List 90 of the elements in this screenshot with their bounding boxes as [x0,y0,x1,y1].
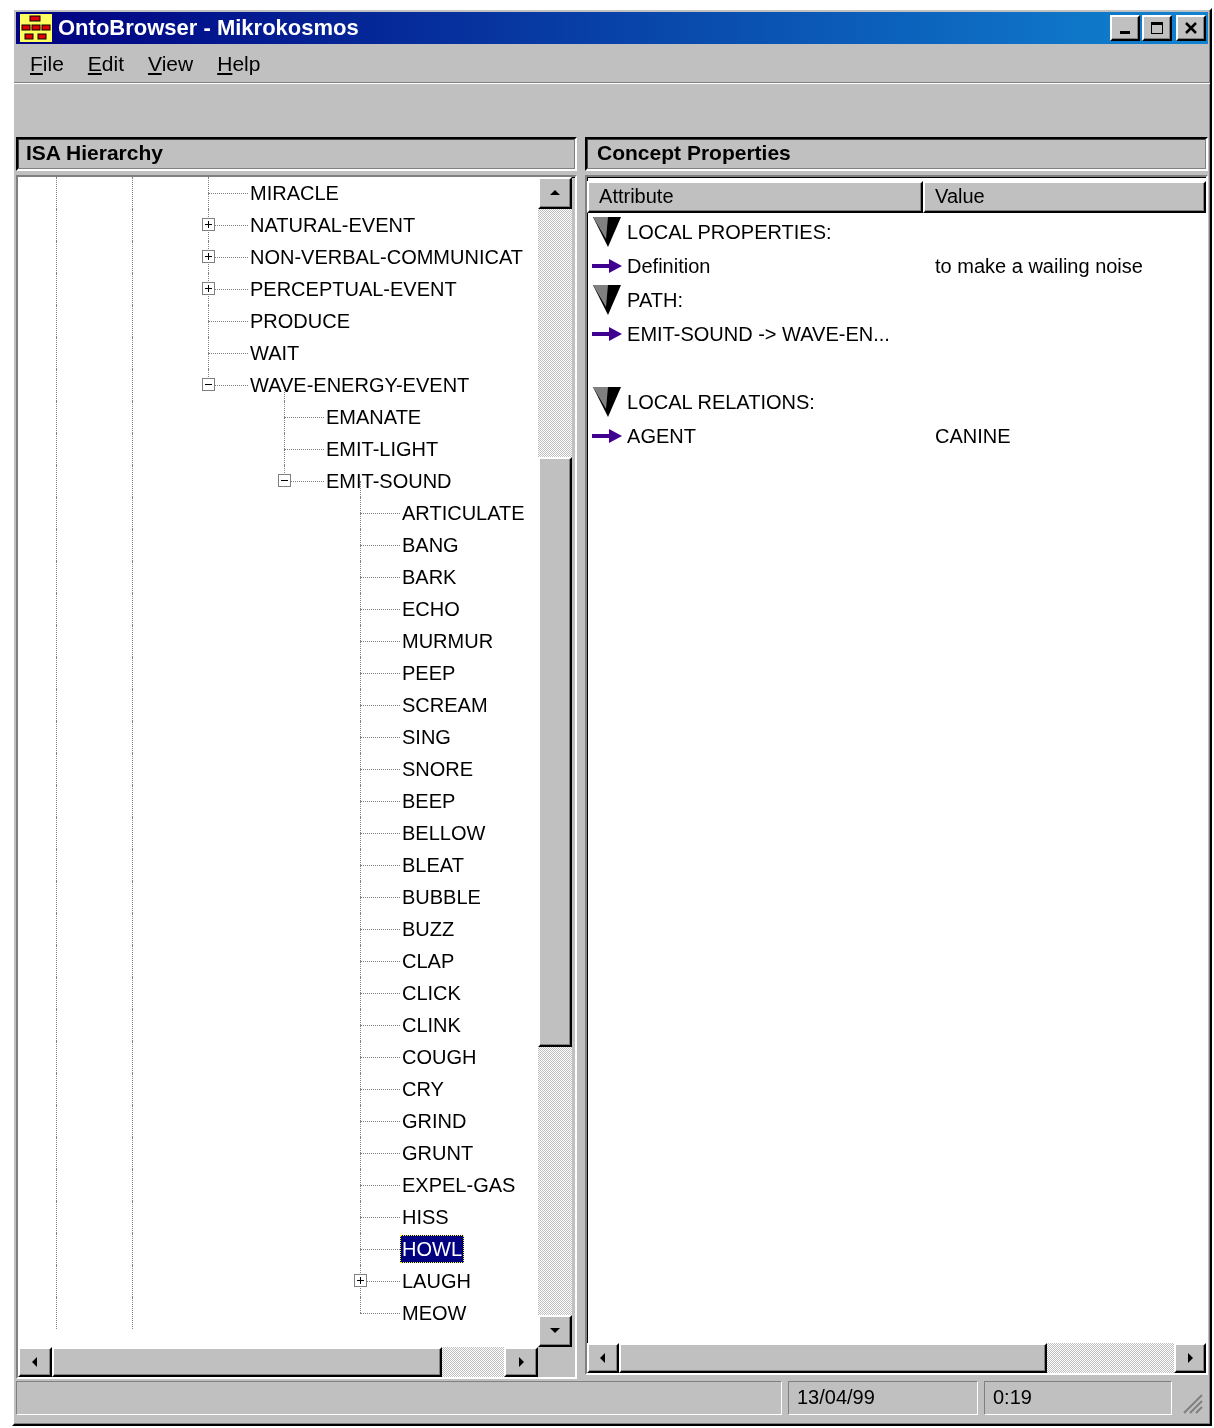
tree-item[interactable]: PERCEPTUAL-EVENT [248,275,459,303]
tree-item[interactable]: NATURAL-EVENT [248,211,418,239]
tree-item[interactable]: MEOW [400,1299,469,1327]
tree-item[interactable]: MURMUR [400,627,496,655]
scroll-right-button[interactable] [1174,1343,1206,1373]
menu-item[interactable]: Help [205,52,273,76]
app-icon [20,14,52,42]
panel-header: ISA Hierarchy [16,137,578,171]
menu-item[interactable]: Edit [75,52,137,76]
tree-item[interactable]: EMIT-SOUND [324,467,454,495]
tree-item[interactable]: NON-VERBAL-COMMUNICAT [248,243,525,271]
close-icon [1184,21,1198,35]
minimize-button[interactable] [1110,15,1140,41]
tree-item[interactable]: BANG [400,531,461,559]
column-header[interactable]: Value [923,181,1206,213]
tree-item[interactable]: GRUNT [400,1139,476,1167]
expand-button[interactable] [202,282,215,295]
tree-item[interactable]: BELLOW [400,819,488,847]
triangle-icon [591,215,624,249]
value-text: to make a wailing noise [935,254,1143,278]
plus-icon [203,283,214,294]
tree-item[interactable]: PRODUCE [248,307,352,335]
scroll-left-button[interactable] [18,1347,52,1377]
tree-item[interactable]: CLAP [400,947,457,975]
status-date: 13/04/99 [788,1381,978,1415]
maximize-icon [1150,21,1164,35]
tree-item[interactable]: EMANATE [324,403,424,431]
tree-item[interactable]: HOWL [400,1235,464,1263]
maximize-button[interactable] [1142,15,1172,41]
scroll-left-button[interactable] [587,1343,620,1373]
collapse-button[interactable] [202,378,215,391]
close-button[interactable] [1176,15,1206,41]
tree-item[interactable]: CLICK [400,979,463,1007]
tree-item[interactable]: BARK [400,563,459,591]
attribute-text: Definition [627,254,711,278]
tree-item[interactable]: WAIT [248,339,302,367]
expand-button[interactable] [354,1274,367,1287]
scrollbar-thumb[interactable] [619,1343,1048,1373]
scroll-up-button[interactable] [538,177,572,209]
tree-item[interactable]: WAVE-ENERGY-EVENT [248,371,472,399]
scrollbar-track[interactable] [18,1347,538,1377]
collapse-button[interactable] [278,474,291,487]
plus-icon [203,251,214,262]
attribute-text: PATH: [627,288,683,312]
attribute-text: LOCAL RELATIONS: [627,390,815,414]
tree-item[interactable]: ARTICULATE [400,499,527,527]
scroll-down-button[interactable] [538,1315,572,1347]
tree-item[interactable]: COUGH [400,1043,479,1071]
expand-button[interactable] [202,250,215,263]
panel-header: Concept Properties [585,137,1208,171]
window-title: OntoBrowser - Mikrokosmos [58,15,360,41]
arrow-right-icon [591,258,624,274]
expand-button[interactable] [202,218,215,231]
triangle-icon [591,283,624,317]
menu-item[interactable]: File [18,52,76,76]
tree-item[interactable]: BUBBLE [400,883,483,911]
tree-item[interactable]: SCREAM [400,691,490,719]
attribute-text: AGENT [627,424,696,448]
plus-icon [203,219,214,230]
tree-item[interactable]: MIRACLE [248,179,341,207]
tree-item[interactable]: BEEP [400,787,458,815]
scrollbar-thumb[interactable] [52,1347,442,1377]
tree-item[interactable]: CRY [400,1075,446,1103]
tree-item[interactable]: HISS [400,1203,451,1231]
tree-item[interactable]: SING [400,723,453,751]
tree-item[interactable]: ECHO [400,595,462,623]
triangle-icon [591,385,624,419]
column-header[interactable]: Attribute [587,181,924,213]
tree-item[interactable]: SNORE [400,755,476,783]
tree-item[interactable]: PEEP [400,659,458,687]
tree-item[interactable]: EXPEL-GAS [400,1171,518,1199]
arrow-right-icon [591,326,624,342]
scroll-right-button[interactable] [504,1347,538,1377]
tree-item[interactable]: GRIND [400,1107,469,1135]
arrow-right-icon [591,428,624,444]
scrollbar-thumb[interactable] [538,457,572,1047]
plus-icon [355,1275,366,1286]
status-time: 0:19 [984,1381,1172,1415]
scrollbar-track[interactable] [538,177,572,1347]
tree-item[interactable]: CLINK [400,1011,463,1039]
tree-item[interactable]: LAUGH [400,1267,473,1295]
tree-item[interactable]: BLEAT [400,851,466,879]
attribute-text: LOCAL PROPERTIES: [627,220,832,244]
minimize-icon [1120,30,1130,34]
tree-item[interactable]: EMIT-LIGHT [324,435,441,463]
menu-item[interactable]: View [136,52,206,76]
attribute-text: EMIT-SOUND -> WAVE-EN... [627,322,890,346]
scrollbar-track[interactable] [587,1343,1206,1373]
tree-item[interactable]: BUZZ [400,915,457,943]
value-text: CANINE [935,424,1011,448]
